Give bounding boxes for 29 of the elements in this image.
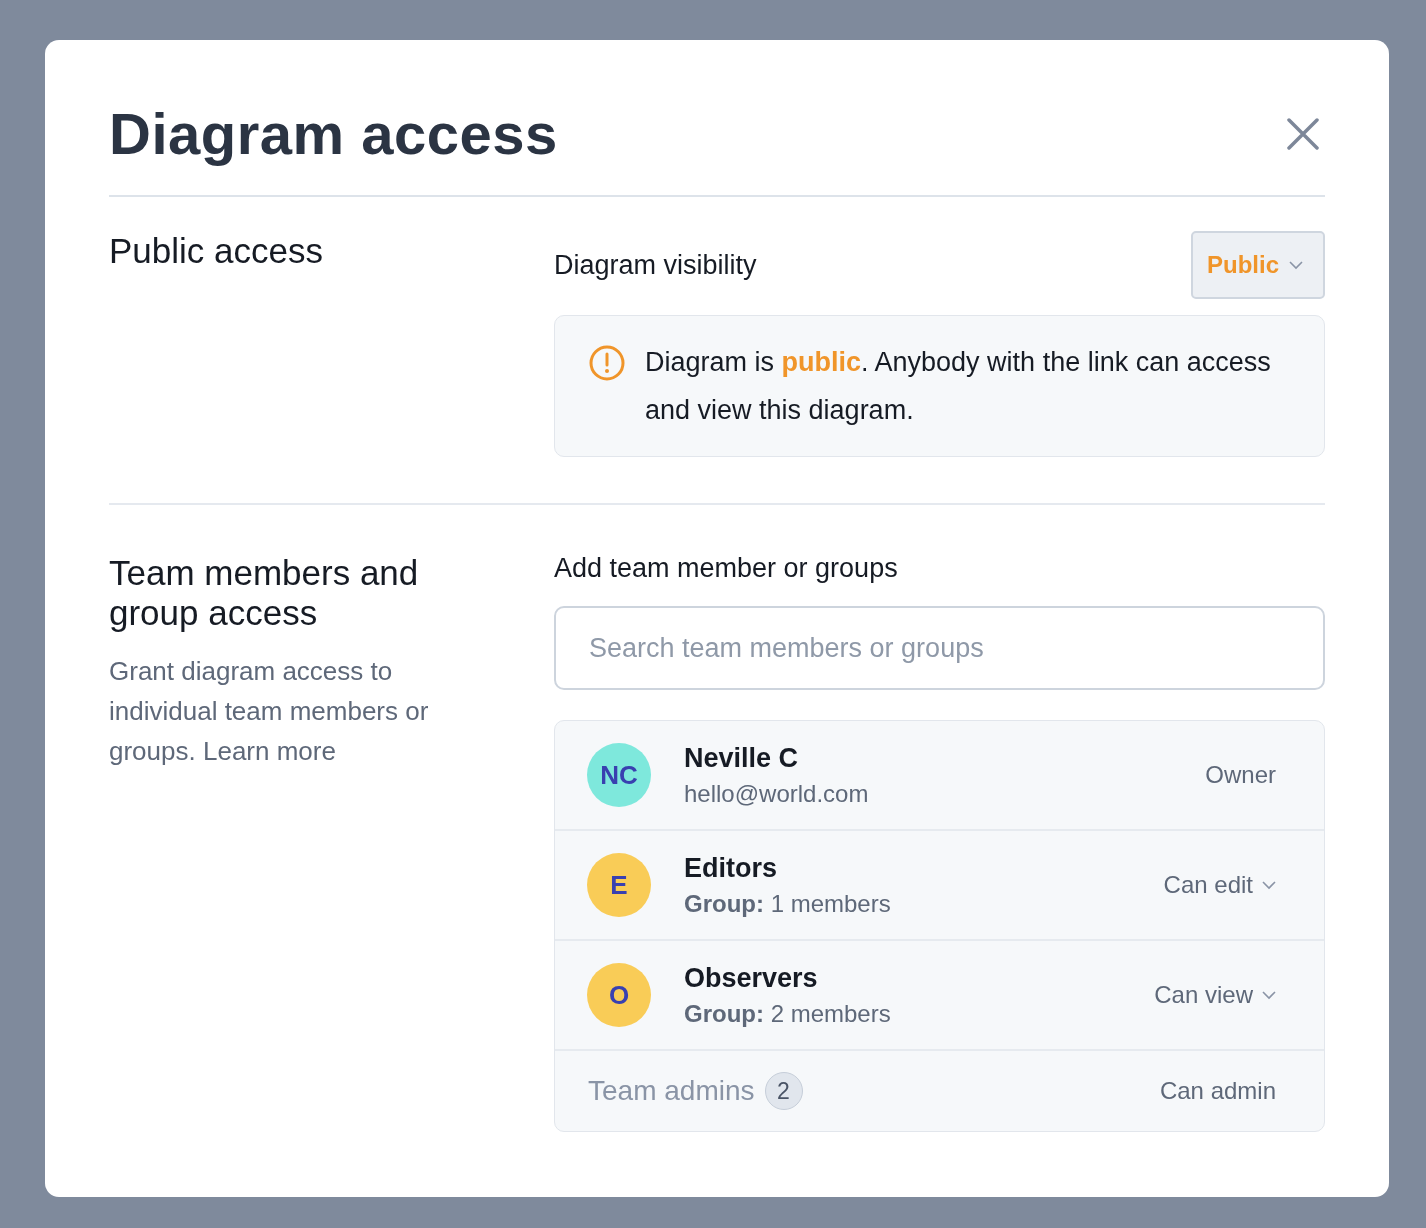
caret-icon bbox=[1289, 260, 1303, 270]
avatar: E bbox=[587, 853, 651, 917]
notice-text: Diagram is public. Anybody with the link can access and view this diagram. bbox=[645, 346, 1272, 427]
learn-more-link[interactable]: Learn more bbox=[202, 736, 336, 766]
visibility-label: Diagram visibility bbox=[554, 249, 757, 281]
role-dropdown[interactable]: Can edit bbox=[1163, 871, 1276, 899]
member-name: Observers bbox=[684, 962, 819, 994]
caret-icon bbox=[1262, 990, 1276, 1000]
close-icon bbox=[1287, 117, 1319, 150]
section-heading: Team members and group access bbox=[109, 553, 420, 633]
dialog-title: Diagram access bbox=[109, 100, 558, 167]
count-badge: 2 bbox=[764, 1072, 803, 1110]
team-admins-label: Team admins bbox=[588, 1075, 755, 1107]
search-field[interactable]: Search team members or groups bbox=[554, 606, 1325, 690]
member-name: Editors bbox=[684, 852, 778, 884]
member-detail: hello@world.com bbox=[684, 779, 870, 808]
avatar: NC bbox=[587, 743, 651, 807]
add-member-label: Add team member or groups bbox=[554, 553, 898, 583]
role-label: Can admin bbox=[1159, 1077, 1276, 1105]
member-detail: Group: 2 members bbox=[684, 999, 892, 1028]
alert-icon bbox=[589, 345, 625, 381]
avatar: O bbox=[587, 963, 651, 1027]
member-name: Neville C bbox=[684, 742, 800, 774]
role-dropdown[interactable]: Can view bbox=[1154, 981, 1276, 1009]
caret-icon bbox=[1262, 880, 1276, 890]
section-description: Grant diagram access to individual team members or groups. Learn more bbox=[109, 655, 430, 768]
role-label: Owner bbox=[1205, 761, 1276, 789]
member-detail: Group: 1 members bbox=[684, 889, 892, 918]
section-heading: Public access bbox=[109, 231, 324, 271]
